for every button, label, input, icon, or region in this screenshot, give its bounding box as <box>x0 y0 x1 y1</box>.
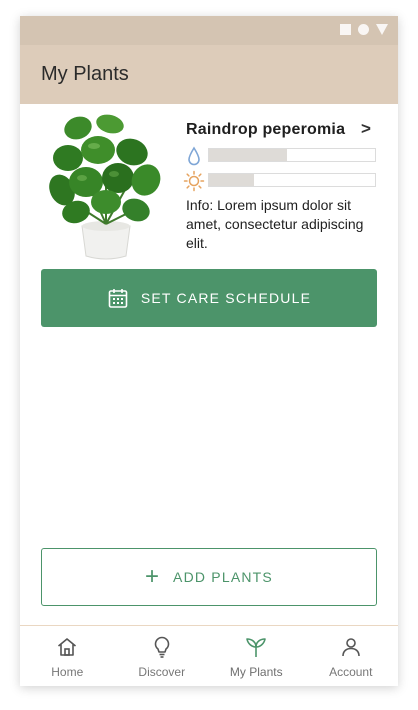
phone-frame: My Plants Raindrop peperomia > Info: Lor… <box>20 16 398 686</box>
plant-name: Raindrop peperomia <box>186 121 346 138</box>
water-level-meter <box>208 148 376 162</box>
water-drop-icon <box>188 146 200 166</box>
home-icon <box>58 638 77 656</box>
page-title: My Plants <box>41 63 129 85</box>
nav-item-home[interactable]: Home <box>20 626 115 686</box>
recent-apps-icon <box>340 24 351 35</box>
nav-label-my-plants: My Plants <box>229 665 283 679</box>
person-icon <box>341 638 360 657</box>
potted-plant-image <box>49 114 161 260</box>
plus-icon: + <box>145 563 160 590</box>
set-care-schedule-button[interactable]: SET CARE SCHEDULE <box>41 269 377 327</box>
app-bar: My Plants <box>20 45 398 104</box>
sun-icon <box>183 170 205 192</box>
water-level-fill <box>209 149 288 161</box>
sprout-icon <box>246 638 267 657</box>
back-triangle-icon <box>376 24 388 35</box>
chevron-right-icon[interactable]: > <box>361 119 371 139</box>
set-care-schedule-label: SET CARE SCHEDULE <box>140 290 312 306</box>
sun-level-fill <box>209 174 254 186</box>
add-plants-label: ADD PLANTS <box>173 569 273 585</box>
add-plants-button[interactable]: + ADD PLANTS <box>41 548 377 606</box>
plant-card[interactable]: Raindrop peperomia > Info: Lorem ipsum d… <box>20 104 398 264</box>
nav-label-home: Home <box>51 665 84 679</box>
home-dot-icon <box>358 24 369 35</box>
plant-info: Info: Lorem ipsum dolor sit amet, consec… <box>186 197 364 251</box>
nav-item-discover[interactable]: Discover <box>115 626 210 686</box>
nav-item-my-plants[interactable]: My Plants <box>209 626 304 686</box>
lightbulb-icon <box>154 636 170 658</box>
nav-item-account[interactable]: Account <box>304 626 399 686</box>
nav-label-account: Account <box>329 665 373 679</box>
status-bar <box>20 16 398 45</box>
nav-label-discover: Discover <box>138 665 186 679</box>
sun-level-meter <box>208 173 376 187</box>
bottom-nav: Home Discover My Plants Account <box>20 625 398 686</box>
calendar-icon <box>108 289 128 308</box>
status-icons <box>340 24 388 35</box>
